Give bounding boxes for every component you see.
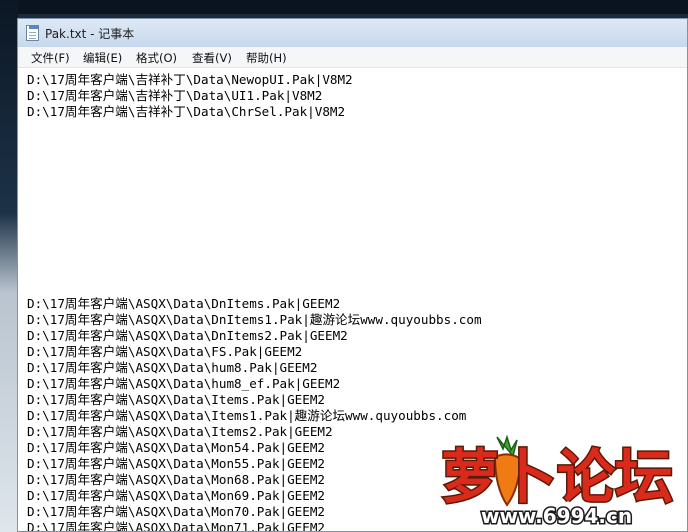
menu-format[interactable]: 格式(O)	[136, 50, 177, 66]
text-line: D:\17周年客户端\ASQX\Data\Mon69.Pak|GEEM2	[27, 488, 326, 503]
title-bar[interactable]: Pak.txt - 记事本	[18, 19, 687, 48]
menu-view[interactable]: 查看(V)	[192, 50, 232, 66]
window-title: Pak.txt - 记事本	[45, 27, 135, 41]
logo-brand-text: 萝卜论坛	[441, 443, 673, 511]
desktop-background	[0, 0, 688, 14]
text-line: D:\17周年客户端\ASQX\Data\Mon55.Pak|GEEM2	[27, 456, 326, 471]
menu-file[interactable]: 文件(F)	[31, 50, 70, 66]
text-line: D:\17周年客户端\ASQX\Data\Items1.Pak|趣游论坛www.…	[27, 408, 467, 423]
text-line: D:\17周年客户端\ASQX\Data\FS.Pak|GEEM2	[27, 344, 303, 359]
text-line: D:\17周年客户端\ASQX\Data\hum8_ef.Pak|GEEM2	[27, 376, 341, 391]
text-line: D:\17周年客户端\ASQX\Data\Mon71.Pak|GEEM2	[27, 520, 326, 532]
notepad-icon[interactable]	[26, 25, 39, 41]
text-line: D:\17周年客户端\ASQX\Data\Items.Pak|GEEM2	[27, 392, 326, 407]
menu-edit[interactable]: 编辑(E)	[83, 50, 122, 66]
menu-bar: 文件(F) 编辑(E) 格式(O) 查看(V) 帮助(H)	[18, 47, 687, 68]
text-line: D:\17周年客户端\吉祥补丁\Data\NewopUI.Pak|V8M2	[27, 72, 353, 87]
text-line: D:\17周年客户端\ASQX\Data\DnItems.Pak|GEEM2	[27, 296, 341, 311]
text-line: D:\17周年客户端\ASQX\Data\DnItems1.Pak|趣游论坛ww…	[27, 312, 482, 327]
text-line: D:\17周年客户端\ASQX\Data\Mon54.Pak|GEEM2	[27, 440, 326, 455]
text-line: D:\17周年客户端\ASQX\Data\hum8.Pak|GEEM2	[27, 360, 318, 375]
desktop-background-left	[0, 0, 18, 532]
text-line: D:\17周年客户端\ASQX\Data\Mon68.Pak|GEEM2	[27, 472, 326, 487]
logo-site-text: www.6994.cn	[481, 504, 632, 527]
watermark-logo: 萝卜论坛 www.6994.cn	[440, 434, 675, 527]
menu-help[interactable]: 帮助(H)	[246, 50, 287, 66]
text-line: D:\17周年客户端\ASQX\Data\Items2.Pak|GEEM2	[27, 424, 333, 439]
text-line: D:\17周年客户端\吉祥补丁\Data\UI1.Pak|V8M2	[27, 88, 323, 103]
text-line: D:\17周年客户端\ASQX\Data\Mon70.Pak|GEEM2	[27, 504, 326, 519]
text-line: D:\17周年客户端\吉祥补丁\Data\ChrSel.Pak|V8M2	[27, 104, 346, 119]
text-line: D:\17周年客户端\ASQX\Data\DnItems2.Pak|GEEM2	[27, 328, 348, 343]
